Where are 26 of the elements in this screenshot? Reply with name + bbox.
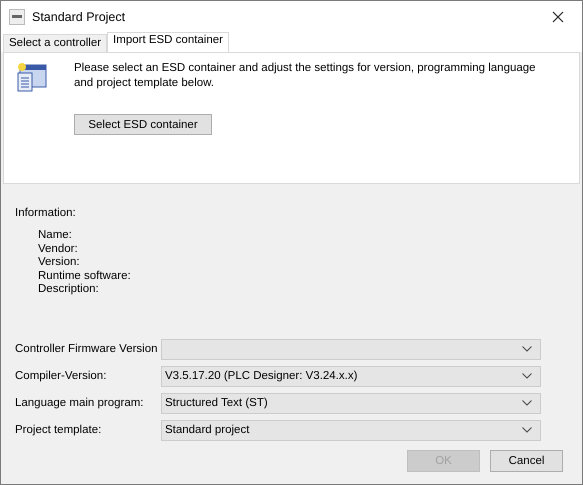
- dropdown[interactable]: Standard project: [161, 420, 541, 441]
- info-label: Description:: [38, 283, 100, 297]
- app-icon: [9, 8, 25, 24]
- dialog-button[interactable]: Cancel: [490, 450, 563, 472]
- dropdown[interactable]: Structured Text (ST): [161, 392, 541, 414]
- tab[interactable]: Import ESD container: [107, 32, 229, 52]
- information-heading: Information:: [15, 206, 77, 220]
- setting-label: Language main program:: [15, 397, 144, 410]
- info-label: Version:: [38, 256, 81, 270]
- tab[interactable]: Select a controller: [3, 34, 108, 52]
- close-icon[interactable]: [552, 10, 564, 22]
- chevron-down-icon: [522, 400, 532, 406]
- chevron-down-icon: [522, 373, 532, 380]
- chevron-down-icon: [522, 427, 532, 434]
- dropdown[interactable]: V3.5.17.20 (PLC Designer: V3.24.x.x): [161, 366, 541, 387]
- setting-label: Project template:: [15, 424, 102, 436]
- setting-label: Compiler-Version:: [15, 370, 108, 382]
- window-document-icon: [16, 61, 48, 93]
- info-label: Runtime software:: [38, 270, 132, 284]
- window-title: Standard Project: [32, 10, 126, 24]
- select-esd-container-button[interactable]: Select ESD container: [74, 114, 212, 135]
- setting-label: Controller Firmware Version: [15, 343, 159, 356]
- instructions-text: Please select an ESD container and adjust the settings for version, programming language and project template below.: [74, 61, 537, 91]
- chevron-down-icon: [522, 346, 532, 352]
- info-label: Vendor:: [38, 242, 79, 256]
- info-label: Name:: [38, 229, 73, 243]
